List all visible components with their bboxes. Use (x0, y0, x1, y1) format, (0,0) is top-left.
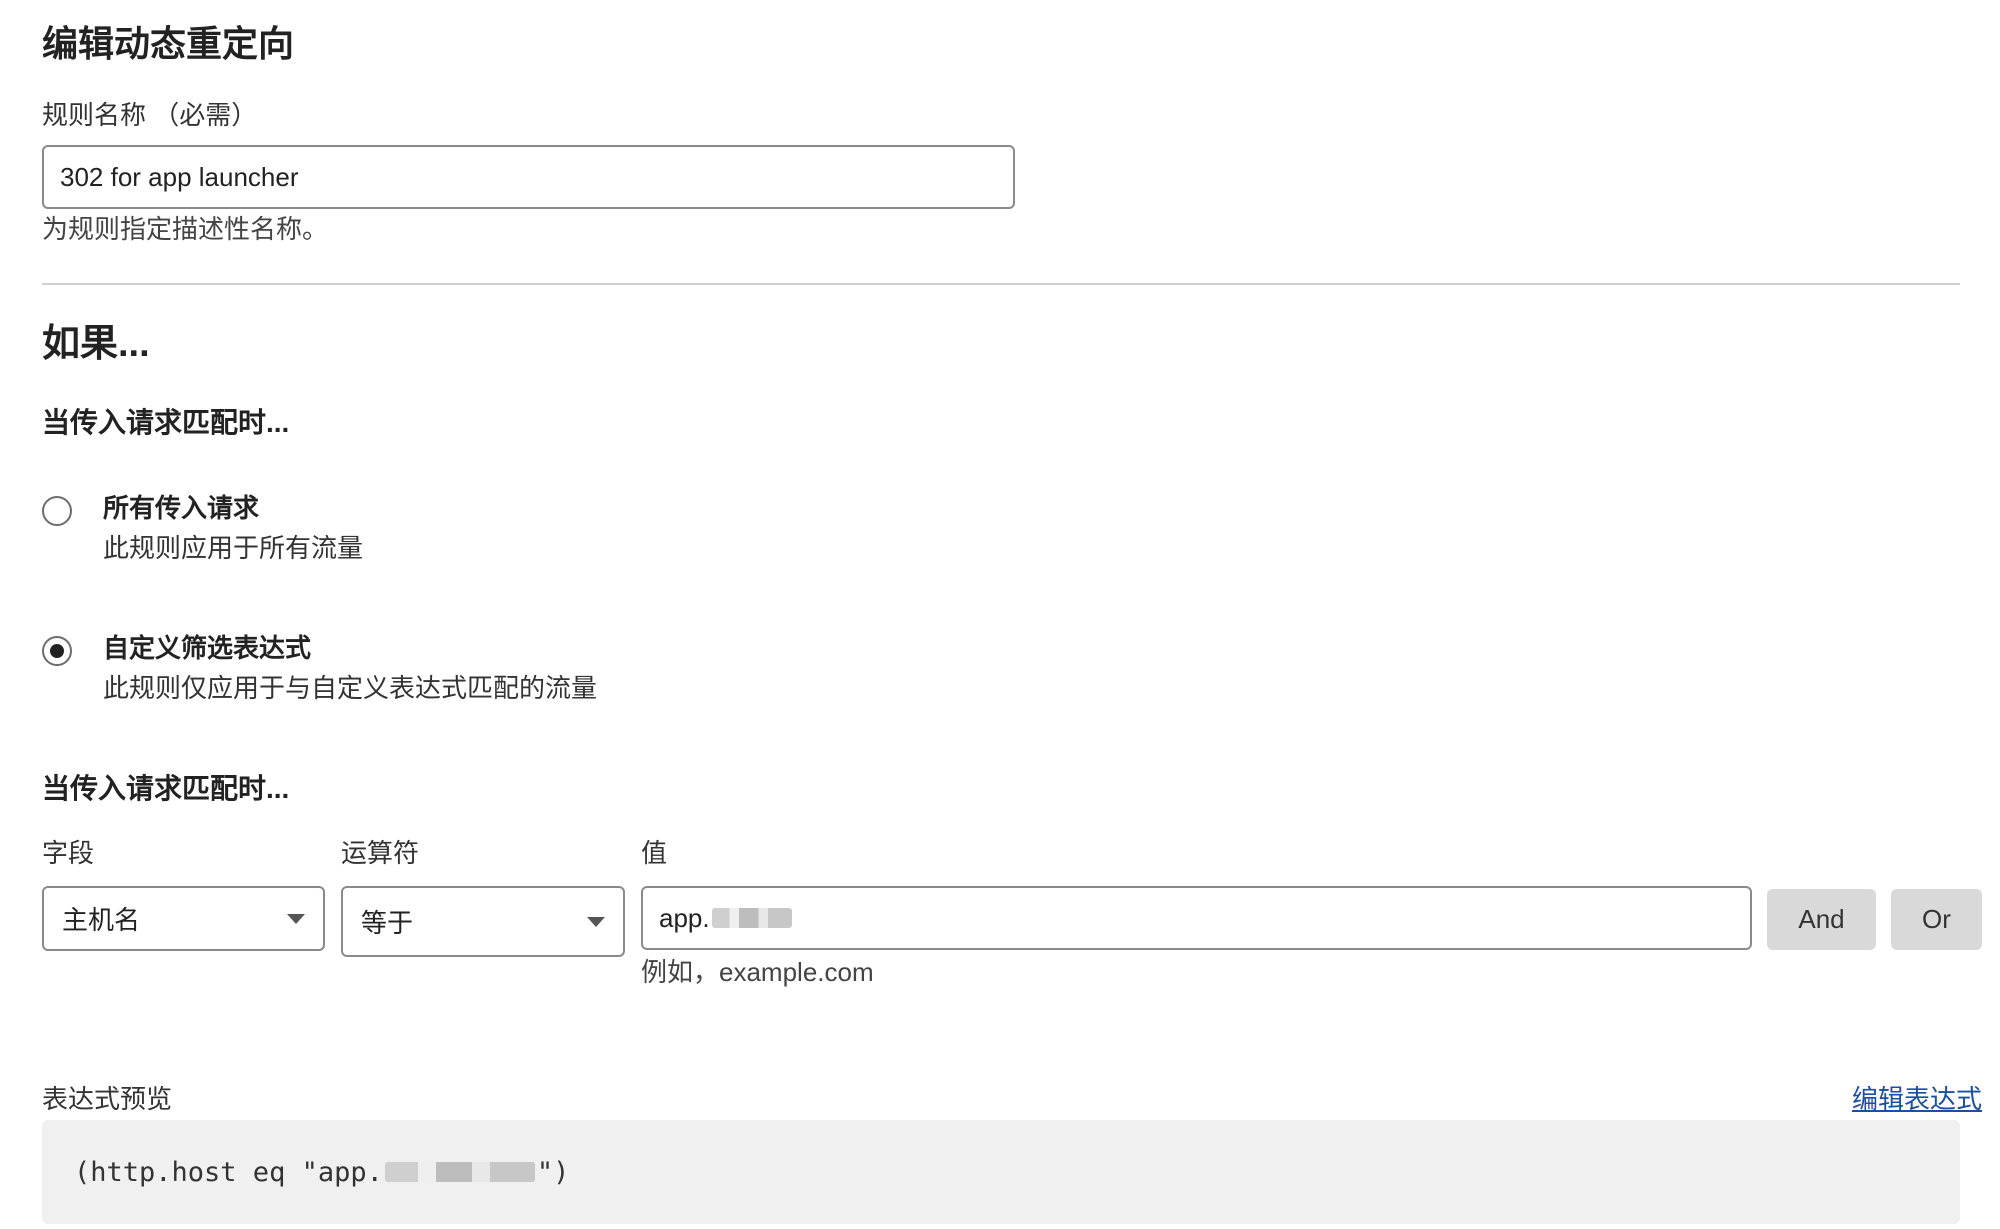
rule-name-label: 规则名称 （必需） (42, 100, 258, 130)
edit-dynamic-redirect-page: 编辑动态重定向 规则名称 （必需） 302 for app launcher 为… (0, 0, 2000, 1229)
page-title: 编辑动态重定向 (42, 23, 295, 64)
rule-name-help: 为规则指定描述性名称。 (42, 214, 329, 244)
expression-code-prefix: (http.host eq "app. (74, 1156, 383, 1188)
value-help: 例如，example.com (641, 957, 874, 987)
value-input[interactable]: app. (641, 886, 1752, 950)
operator-select-value: 等于 (361, 908, 414, 938)
radio-all-requests[interactable] (42, 496, 72, 526)
radio-all-requests-desc: 此规则应用于所有流量 (103, 533, 364, 563)
redacted-host (384, 1162, 535, 1182)
field-select[interactable]: 主机名 (42, 886, 325, 951)
field-label: 字段 (42, 838, 95, 868)
radio-all-requests-title[interactable]: 所有传入请求 (103, 491, 259, 525)
operator-label: 运算符 (341, 838, 420, 868)
expression-preview-label: 表达式预览 (42, 1084, 173, 1114)
rule-name-input[interactable]: 302 for app launcher (42, 145, 1015, 209)
radio-custom-expression-title[interactable]: 自定义筛选表达式 (103, 631, 311, 665)
edit-expression-link[interactable]: 编辑表达式 (1852, 1082, 1982, 1116)
value-input-text: app. (659, 902, 710, 933)
rule-name-value: 302 for app launcher (60, 161, 299, 192)
chevron-down-icon (287, 913, 305, 924)
operator-select[interactable]: 等于 (341, 886, 625, 957)
radio-custom-expression[interactable] (42, 636, 72, 666)
expression-builder-heading: 当传入请求匹配时... (42, 773, 290, 804)
section-divider (42, 283, 1960, 285)
chevron-down-icon (587, 916, 605, 927)
match-heading: 当传入请求匹配时... (42, 407, 290, 438)
redacted-value (711, 908, 792, 928)
radio-selected-dot (50, 644, 64, 658)
radio-custom-expression-desc: 此规则仅应用于与自定义表达式匹配的流量 (103, 673, 598, 703)
expression-code-suffix: ") (536, 1156, 570, 1188)
field-select-value: 主机名 (62, 905, 141, 935)
value-label: 值 (641, 838, 668, 868)
and-button[interactable]: And (1767, 889, 1876, 950)
or-button[interactable]: Or (1891, 889, 1982, 950)
expression-preview: (http.host eq "app. ") (42, 1120, 1960, 1224)
if-heading: 如果... (42, 323, 150, 365)
